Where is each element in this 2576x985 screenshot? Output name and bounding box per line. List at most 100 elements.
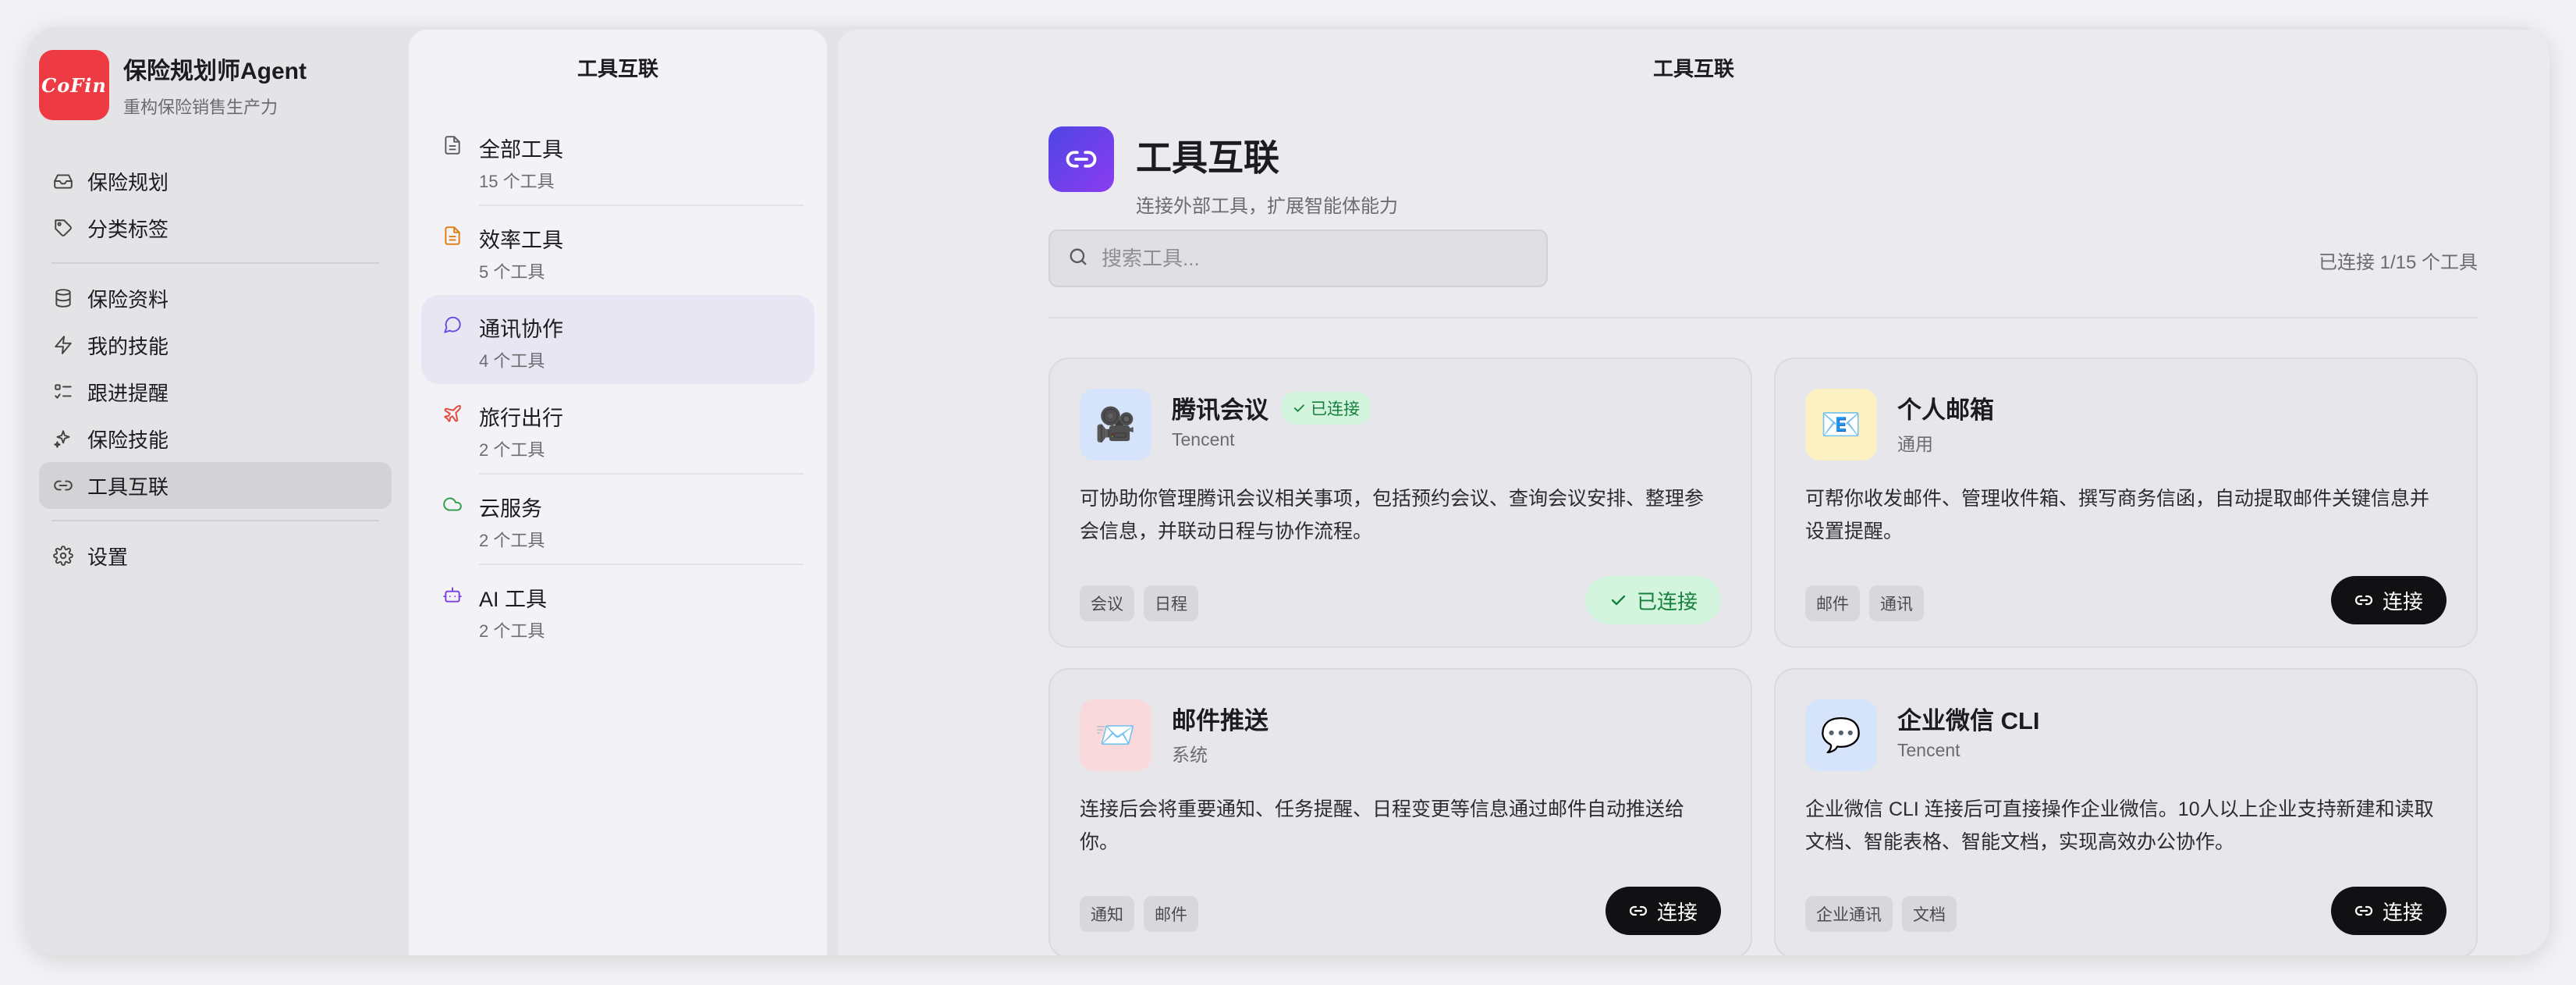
sidebar: CoFin 保险规划师Agent 重构保险销售生产力 保险规划 分类标签 保险资… (27, 27, 409, 955)
page-title: 工具互联 (1136, 137, 1279, 178)
link-icon (1048, 126, 1114, 192)
checklist-icon (51, 380, 75, 404)
category-item-cloud[interactable]: 云服务 2 个工具 (421, 475, 814, 564)
connected-button[interactable]: 已连接 (1584, 576, 1721, 624)
app-window: CoFin 保险规划师Agent 重构保险销售生产力 保险规划 分类标签 保险资… (27, 27, 2549, 955)
tag: 通知 (1080, 896, 1134, 932)
search-icon (1067, 246, 1089, 272)
inbox-icon (51, 169, 75, 193)
tool-name: 企业微信 CLI (1897, 707, 2040, 734)
tag: 邮件 (1144, 896, 1198, 932)
document-icon (440, 223, 465, 248)
category-count: 2 个工具 (479, 440, 545, 460)
sidebar-item-my-skills[interactable]: 我的技能 (39, 322, 392, 368)
main-panel-title: 工具互联 (1652, 57, 1734, 80)
category-name: 旅行出行 (479, 407, 563, 430)
tool-tags: 会议 日程 (1080, 585, 1208, 621)
sidebar-item-label: 跟进提醒 (87, 381, 169, 405)
main-panel: 工具互联 工具互联 连接外部工具，扩展智能体能力 已连接 1/15 个工具 🎥 (838, 30, 2549, 955)
category-name: 效率工具 (479, 229, 563, 252)
tool-vendor: Tencent (1897, 740, 1960, 760)
button-label: 已连接 (1636, 589, 1698, 613)
category-count: 2 个工具 (479, 531, 545, 550)
connection-status: 已连接 1/15 个工具 (2318, 252, 2478, 273)
email-icon: 📧 (1805, 389, 1877, 460)
sidebar-item-label: 保险技能 (87, 428, 169, 452)
sidebar-item-label: 我的技能 (87, 334, 169, 358)
connect-button[interactable]: 连接 (2330, 887, 2446, 935)
page-subtitle: 连接外部工具，扩展智能体能力 (1136, 196, 1398, 217)
category-item-ai[interactable]: AI 工具 2 个工具 (421, 565, 814, 654)
category-count: 4 个工具 (479, 351, 545, 371)
category-panel: 工具互联 全部工具 15 个工具 效率工具 5 个工具 通讯协作 4 个工具 旅… (409, 30, 827, 955)
page-header: 工具互联 连接外部工具，扩展智能体能力 (1048, 126, 1398, 218)
sidebar-item-followup[interactable]: 跟进提醒 (39, 368, 392, 415)
connect-button[interactable]: 连接 (2330, 576, 2446, 624)
sidebar-item-insurance-skills[interactable]: 保险技能 (39, 415, 392, 462)
category-count: 2 个工具 (479, 621, 545, 641)
gear-icon (51, 544, 75, 567)
category-list: 全部工具 15 个工具 效率工具 5 个工具 通讯协作 4 个工具 旅行出行 2… (421, 116, 814, 654)
sidebar-item-insurance-planning[interactable]: 保险规划 (39, 158, 392, 204)
tool-card-wecom-cli: 💬 企业微信 CLI Tencent 企业微信 CLI 连接后可直接操作企业微信… (1774, 668, 2478, 955)
app-logo: CoFin (39, 50, 109, 120)
search-box[interactable] (1048, 229, 1548, 287)
link-icon (2354, 905, 2373, 916)
tool-description: 可帮你收发邮件、管理收件箱、撰写商务信函，自动提取邮件关键信息并设置提醒。 (1805, 488, 2430, 542)
tool-name: 个人邮箱 (1897, 396, 1994, 424)
sidebar-item-insurance-docs[interactable]: 保险资料 (39, 275, 392, 322)
database-icon (51, 286, 75, 310)
link-icon (51, 474, 75, 497)
category-item-all[interactable]: 全部工具 15 个工具 (421, 116, 814, 204)
sidebar-item-label: 分类标签 (87, 217, 169, 241)
sidebar-item-label: 保险资料 (87, 287, 169, 311)
robot-icon (440, 582, 465, 607)
category-panel-title: 工具互联 (577, 57, 658, 80)
tool-tags: 企业通讯 文档 (1805, 896, 1966, 932)
sidebar-nav: 保险规划 分类标签 保险资料 我的技能 跟进提醒 保险技能 工具互联 设置 (39, 158, 392, 579)
category-name: AI 工具 (479, 588, 548, 611)
document-icon (440, 133, 465, 158)
bolt-icon (51, 333, 75, 357)
tool-tags: 邮件 通讯 (1805, 585, 1933, 621)
tool-name: 邮件推送 (1172, 707, 1268, 734)
app-title: 保险规划师Agent (123, 59, 307, 84)
sidebar-item-tool-integration[interactable]: 工具互联 (39, 462, 392, 509)
button-label: 连接 (2382, 900, 2423, 924)
tool-description: 企业微信 CLI 连接后可直接操作企业微信。10人以上企业支持新建和读取文档、智… (1805, 798, 2434, 853)
connected-badge: 已连接 (1281, 391, 1371, 425)
search-input[interactable] (1100, 245, 1524, 272)
button-label: 连接 (2382, 589, 2423, 613)
sidebar-item-label: 设置 (87, 545, 129, 569)
category-item-travel[interactable]: 旅行出行 2 个工具 (421, 384, 814, 473)
sparkle-icon (51, 427, 75, 450)
tag-icon (51, 216, 75, 240)
check-icon (1611, 595, 1626, 606)
category-item-communication[interactable]: 通讯协作 4 个工具 (421, 295, 814, 384)
incoming-envelope-icon: 📨 (1080, 699, 1151, 771)
sidebar-item-label: 保险规划 (87, 170, 169, 194)
sidebar-item-label: 工具互联 (87, 475, 169, 499)
category-count: 15 个工具 (479, 172, 555, 191)
connect-button[interactable]: 连接 (1605, 887, 1721, 935)
link-icon (1629, 905, 1648, 916)
tool-description: 连接后会将重要通知、任务提醒、日程变更等信息通过邮件自动推送给你。 (1080, 798, 1685, 853)
check-icon (1293, 404, 1304, 412)
tool-card-tencent-meeting: 🎥 腾讯会议 已连接 Tencent 可协助你管理腾讯会议相关事项，包括预约会议… (1048, 357, 1752, 648)
link-icon (2354, 595, 2373, 606)
divider (1048, 317, 2478, 318)
tag: 会议 (1080, 585, 1134, 621)
tool-name: 腾讯会议 (1172, 396, 1268, 424)
nav-divider (51, 520, 379, 521)
brand: CoFin 保险规划师Agent 重构保险销售生产力 (39, 50, 307, 120)
category-name: 全部工具 (479, 138, 563, 162)
tool-tags: 通知 邮件 (1080, 896, 1208, 932)
sidebar-item-settings[interactable]: 设置 (39, 532, 392, 579)
tag: 邮件 (1805, 585, 1860, 621)
sidebar-item-tags[interactable]: 分类标签 (39, 204, 392, 251)
category-count: 5 个工具 (479, 262, 545, 282)
category-item-efficiency[interactable]: 效率工具 5 个工具 (421, 206, 814, 295)
plane-icon (440, 401, 465, 426)
tag: 文档 (1902, 896, 1957, 932)
speech-bubble-icon: 💬 (1805, 699, 1877, 771)
